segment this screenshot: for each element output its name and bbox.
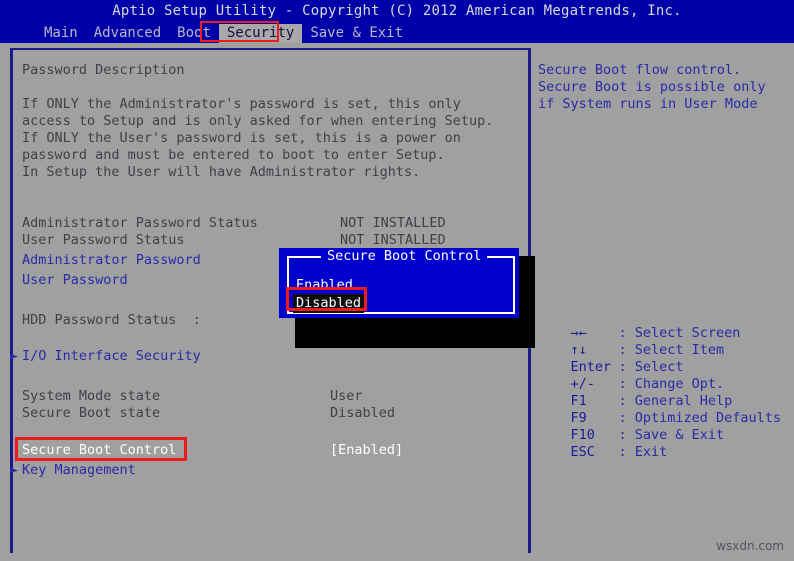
row-value-system-mode-state: User bbox=[330, 388, 363, 404]
row-label-administrator-password[interactable]: Administrator Password bbox=[22, 252, 201, 269]
row-label-key-management[interactable]: Key Management bbox=[22, 462, 136, 479]
row-value-administrator-password-status: NOT INSTALLED bbox=[340, 215, 446, 231]
row-label-io-interface-security[interactable]: I/O Interface Security bbox=[22, 348, 201, 365]
help-text-line-1: Secure Boot flow control. bbox=[538, 62, 742, 78]
description-line-1: If ONLY the Administrator's password is … bbox=[22, 96, 461, 112]
utility-title: Aptio Setup Utility - Copyright (C) 2012… bbox=[112, 3, 682, 19]
menu-bar: Main Advanced Boot Security Save & Exit bbox=[36, 24, 411, 43]
section-title: Password Description bbox=[22, 62, 185, 78]
menu-item-security[interactable]: Security bbox=[218, 24, 303, 43]
bios-setup-screen: Aptio Setup Utility - Copyright (C) 2012… bbox=[0, 0, 794, 561]
title-bar: Aptio Setup Utility - Copyright (C) 2012… bbox=[0, 0, 794, 43]
menu-item-advanced[interactable]: Advanced bbox=[86, 24, 169, 43]
menu-item-save-exit[interactable]: Save & Exit bbox=[302, 24, 411, 43]
key-legend-row-esc: ESC : Exit bbox=[538, 427, 668, 478]
description-line-4: password and must be entered to boot to … bbox=[22, 147, 445, 163]
row-value-secure-boot-state: Disabled bbox=[330, 405, 396, 421]
dialog-option-disabled[interactable]: Disabled bbox=[293, 294, 365, 313]
help-text-line-3: if System runs in User Mode bbox=[538, 96, 758, 112]
row-label-system-mode-state: System Mode state bbox=[22, 388, 161, 404]
row-label-administrator-password-status: Administrator Password Status bbox=[22, 215, 258, 231]
triangle-right-icon-io-interface: ► bbox=[10, 348, 19, 364]
row-label-user-password[interactable]: User Password bbox=[22, 272, 128, 289]
triangle-right-icon-key-management: ► bbox=[10, 462, 19, 478]
description-line-3: If ONLY the User's password is set, this… bbox=[22, 130, 461, 146]
row-label-user-password-status: User Password Status bbox=[22, 232, 185, 248]
dialog-option-enabled[interactable]: Enabled bbox=[293, 276, 356, 295]
secure-boot-control-dialog: Secure Boot Control Enabled Disabled bbox=[279, 248, 519, 318]
help-text-line-2: Secure Boot is possible only bbox=[538, 79, 766, 95]
menu-item-main[interactable]: Main bbox=[36, 24, 86, 43]
row-value-user-password-status: NOT INSTALLED bbox=[340, 232, 446, 248]
key-desc-exit: : Exit bbox=[618, 444, 668, 460]
row-label-secure-boot-control[interactable]: Secure Boot Control bbox=[22, 442, 176, 459]
menu-item-boot[interactable]: Boot bbox=[169, 24, 219, 43]
row-value-secure-boot-control[interactable]: [Enabled] bbox=[330, 442, 403, 459]
description-line-2: access to Setup and is only asked for wh… bbox=[22, 113, 494, 129]
key-symbol-esc: ESC bbox=[570, 444, 595, 460]
row-label-hdd-password-status: HDD Password Status : bbox=[22, 312, 201, 328]
watermark: wsxdn.com bbox=[716, 539, 784, 553]
dialog-title: Secure Boot Control bbox=[321, 248, 488, 265]
description-line-5: In Setup the User will have Administrato… bbox=[22, 164, 421, 180]
row-label-secure-boot-state: Secure Boot state bbox=[22, 405, 161, 421]
